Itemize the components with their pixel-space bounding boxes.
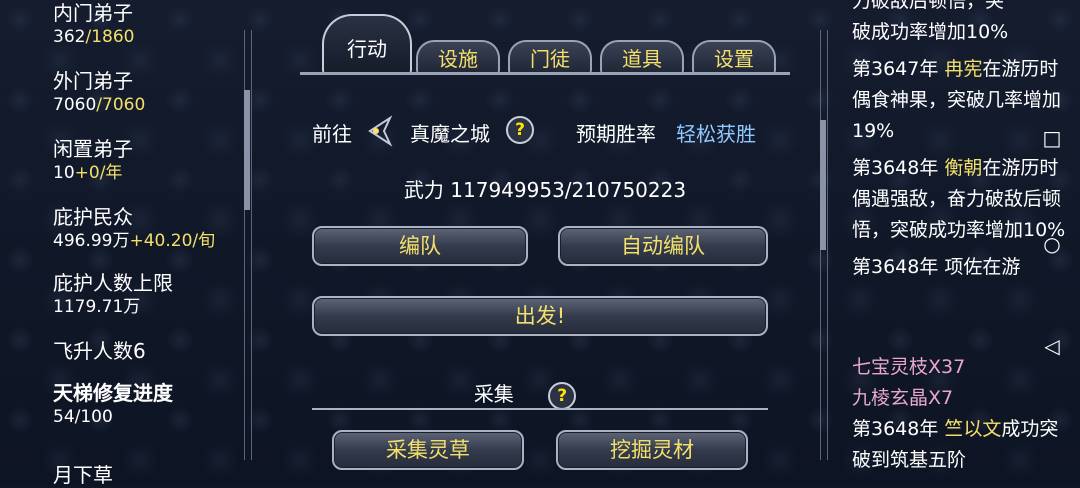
stat-label: 内门弟子 — [53, 1, 133, 25]
log-line: 力破敌后顿悟，突 — [852, 0, 1005, 12]
destination-selector-icon[interactable] — [364, 114, 398, 153]
reward-log: 七宝灵枝X37 九棱玄晶X7 第3648年 竺以文成功突破到筑基五阶 — [852, 352, 1067, 476]
stat-ascension: 飞升人数6 — [53, 338, 146, 364]
sect-stats-panel: 内门弟子 362/1860 外门弟子 7060/7060 闲置弟子 10+0/年… — [0, 0, 262, 488]
power-label: 武力 — [403, 178, 444, 202]
stat-rate: +40.20/旬 — [129, 231, 216, 251]
section-divider — [312, 408, 768, 410]
stat-label: 月下草 — [53, 463, 113, 487]
gather-title: 采集 — [473, 382, 514, 406]
stat-idle-disciples: 闲置弟子 10+0/年 — [53, 136, 133, 184]
gather-help-icon[interactable]: ? — [548, 382, 577, 410]
recents-nav-icon[interactable]: □ — [1042, 128, 1062, 148]
reward-item: 九棱玄晶X7 — [852, 387, 954, 409]
stat-protected-people: 庇护民众 496.99万+40.20/旬 — [53, 204, 215, 252]
stat-label: 庇护民众 — [53, 205, 133, 229]
gather-herb-button[interactable]: 采集灵草 — [332, 430, 524, 470]
stat-label: 飞升人数6 — [53, 339, 146, 363]
tab-facilities[interactable]: 设施 — [416, 40, 500, 74]
stat-inner-disciples: 内门弟子 362/1860 — [53, 0, 134, 48]
disciple-name: 冉宪 — [944, 58, 983, 80]
destination-row: 前往 真魔之城 ? 预期胜率 轻松获胜 — [312, 114, 792, 150]
gather-section-title: 采集 ? — [290, 378, 760, 410]
win-rate-label: 预期胜率 — [576, 122, 656, 146]
goto-label: 前往 — [312, 122, 352, 146]
stat-current: 362 — [53, 27, 86, 47]
stat-ladder-repair[interactable]: 天梯修复进度 54/100 — [53, 380, 173, 428]
log-entry: 第3647年 冉宪在游历时偶食神果，突破几率增加19% — [852, 58, 1062, 142]
tab-bar: 行动 设施 门徒 道具 设置 — [300, 8, 790, 76]
formation-button[interactable]: 编队 — [312, 226, 528, 266]
stat-label[interactable]: 天梯修复进度 — [53, 380, 173, 406]
stat-value: 54/100 — [53, 407, 113, 427]
tab-underline — [300, 72, 790, 75]
log-line: 破成功率增加10% — [852, 21, 1009, 43]
depart-button[interactable]: 出发! — [312, 296, 768, 336]
disciple-name: 衡朝 — [944, 157, 983, 179]
destination-help-icon[interactable]: ? — [506, 116, 534, 144]
log-entry: 第3648年 竺以文成功突破到筑基五阶 — [852, 418, 1059, 471]
back-nav-icon[interactable]: ◁ — [1042, 336, 1062, 356]
win-rate-value: 轻松获胜 — [676, 122, 756, 146]
home-nav-icon[interactable]: ○ — [1042, 234, 1062, 254]
disciple-name: 竺以文 — [944, 418, 1002, 440]
stat-current: 7060 — [53, 95, 97, 115]
mine-material-button[interactable]: 挖掘灵材 — [556, 430, 748, 470]
tab-settings[interactable]: 设置 — [692, 40, 776, 74]
stat-protect-limit: 庇护人数上限 1179.71万 — [53, 270, 173, 318]
left-scrollbar-thumb[interactable] — [244, 90, 250, 210]
power-value: 117949953/210750223 — [450, 178, 687, 202]
auto-formation-button[interactable]: 自动编队 — [558, 226, 768, 266]
stat-label: 庇护人数上限 — [53, 271, 173, 295]
stat-label: 外门弟子 — [53, 69, 133, 93]
tab-disciples[interactable]: 门徒 — [508, 40, 592, 74]
stat-max: 7060 — [102, 95, 146, 115]
action-panel: 行动 设施 门徒 道具 设置 前往 真魔之城 ? 预期胜率 轻松获胜 武力 11… — [290, 0, 800, 486]
stat-label: 闲置弟子 — [53, 137, 133, 161]
stat-value: 10 — [53, 163, 75, 183]
destination-name[interactable]: 真魔之城 — [410, 118, 490, 147]
tab-action[interactable]: 行动 — [322, 14, 412, 74]
stat-max: 1860 — [91, 27, 135, 47]
reward-item: 七宝灵枝X37 — [852, 356, 966, 378]
stat-rate: +0/年 — [74, 163, 123, 183]
log-line: 第3648年 项佐在游 — [852, 256, 1021, 278]
right-scrollbar-thumb[interactable] — [820, 120, 826, 250]
stat-value: 1179.71万 — [53, 297, 141, 317]
tab-items[interactable]: 道具 — [600, 40, 684, 74]
event-log: 力破敌后顿悟，突 破成功率增加10% 第3647年 冉宪在游历时偶食神果，突破几… — [852, 0, 1067, 340]
stat-outer-disciples: 外门弟子 7060/7060 — [53, 68, 145, 116]
power-row: 武力 117949953/210750223 — [290, 174, 800, 203]
stat-next-item: 月下草 — [53, 462, 113, 488]
log-entry: 第3648年 衡朝在游历时偶遇强敌，奋力破敌后顿悟，突破成功率增加10% — [852, 157, 1066, 241]
stat-value: 496.99万 — [53, 231, 130, 251]
